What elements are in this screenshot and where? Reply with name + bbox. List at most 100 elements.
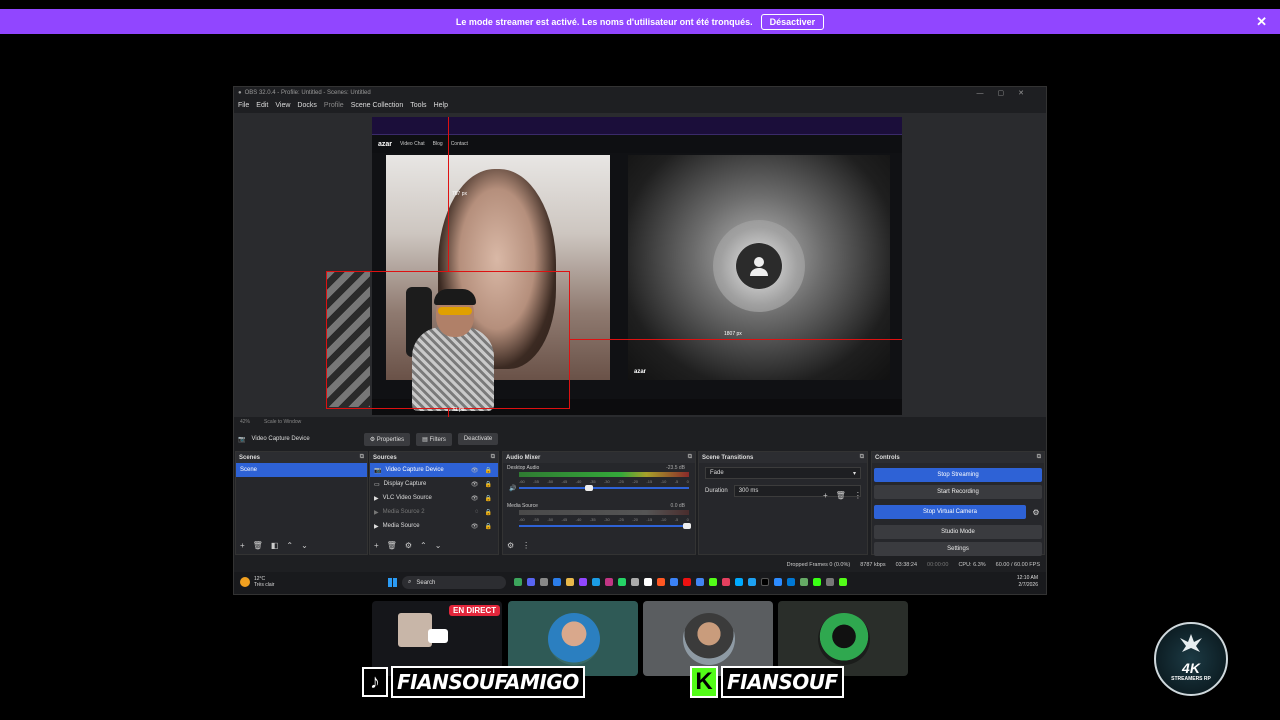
app-icon[interactable] [748,578,756,586]
windows-start-icon[interactable] [388,578,397,587]
menu-file[interactable]: File [238,102,249,109]
app-icon[interactable] [774,578,782,586]
whatsapp-icon[interactable] [618,578,626,586]
app-icon[interactable] [787,578,795,586]
transition-select[interactable]: Fade ▾ [705,467,861,479]
source-item-display-capture[interactable]: ▭ Display Capture 👁 🔒 [370,477,498,491]
eye-icon[interactable]: 👁 [471,467,479,474]
lock-icon[interactable]: 🔒 [485,523,492,530]
dock-undock-icon[interactable]: ⧉ [1037,454,1041,461]
eye-icon[interactable]: 👁 [471,495,479,502]
trash-icon[interactable]: 🗑 [253,541,263,550]
folder-icon[interactable] [566,578,574,586]
lock-icon[interactable]: 🔒 [485,481,492,488]
dock-undock-icon[interactable]: ⧉ [491,454,495,461]
app-icon[interactable] [657,578,665,586]
stop-virtual-camera-button[interactable]: Stop Virtual Camera [874,505,1026,519]
scene-item[interactable]: Scene [236,463,367,477]
volume-slider[interactable] [519,487,689,489]
app-icon[interactable] [592,578,600,586]
zoom-level[interactable]: 42% [240,419,250,425]
settings-button[interactable]: Settings [874,542,1042,556]
obs-app-icon[interactable] [644,578,652,586]
app-icon[interactable] [722,578,730,586]
filters-button[interactable]: ▤ Filters [416,432,452,446]
app-icon[interactable] [631,578,639,586]
start-recording-button[interactable]: Start Recording [874,485,1042,499]
deactivate-streamer-mode-button[interactable]: Désactiver [760,13,825,30]
studio-mode-button[interactable]: Studio Mode [874,525,1042,539]
app-icon[interactable] [553,578,561,586]
more-options-icon[interactable]: ⋮ [854,491,862,500]
more-options-icon[interactable]: ⋮ [522,541,530,550]
app-icon[interactable] [813,578,821,586]
advanced-audio-icon[interactable]: ⚙ [507,541,514,550]
menu-docks[interactable]: Docks [297,102,316,109]
app-icon[interactable] [800,578,808,586]
move-up-icon[interactable]: ⌃ [286,541,293,550]
app-icon[interactable] [579,578,587,586]
add-icon[interactable]: + [240,541,245,550]
app-icon[interactable] [826,578,834,586]
preview-canvas[interactable]: azar Video Chat Blog Contact azar 767 px… [234,113,1046,417]
window-controls[interactable]: —▢✕ [977,89,1038,97]
taskbar-clock[interactable]: 12:10 AM 2/7/2026 [1017,575,1038,589]
chrome-icon[interactable] [696,578,704,586]
scale-mode[interactable]: Scale to Window [264,419,301,425]
dock-undock-icon[interactable]: ⧉ [860,454,864,461]
eye-icon[interactable]: 👁 [471,481,479,488]
banner-message: Le mode streamer est activé. Les noms d'… [455,16,753,27]
volume-slider-handle[interactable] [585,485,594,491]
app-icon[interactable] [540,578,548,586]
azar-tab-video-chat: Video Chat [400,141,425,147]
tiktok-logo-icon: ♪ [362,667,388,697]
deactivate-button[interactable]: Deactivate [457,433,499,445]
menu-edit[interactable]: Edit [256,102,268,109]
lock-icon[interactable]: 🔒 [485,467,492,474]
menu-profile[interactable]: Profile [324,102,344,109]
trash-icon[interactable]: 🗑 [836,491,846,500]
selected-source-bounding-box[interactable] [326,271,570,409]
app-icon[interactable] [527,578,535,586]
app-icon[interactable] [735,578,743,586]
weather-widget[interactable]: 12°C Très clair [240,576,274,588]
taskbar-search[interactable]: ⌕ Search [402,576,506,589]
trash-icon[interactable]: 🗑 [387,541,397,550]
stop-streaming-button[interactable]: Stop Streaming [874,468,1042,482]
filter-icon[interactable]: ◧ [271,541,279,550]
add-icon[interactable]: + [374,541,379,550]
menu-view[interactable]: View [275,102,290,109]
app-icon[interactable] [709,578,717,586]
app-icon[interactable] [839,578,847,586]
source-item-vlc[interactable]: ▶ VLC Video Source 👁 🔒 [370,491,498,505]
eye-icon[interactable]: 👁 [471,523,479,530]
source-item-media-source-2[interactable]: ▶ Media Source 2 ◌ 🔒 [370,505,498,519]
dock-undock-icon[interactable]: ⧉ [360,454,364,461]
menu-help[interactable]: Help [434,102,448,109]
source-item-media-source[interactable]: ▶ Media Source 👁 🔒 [370,519,498,533]
app-icon[interactable] [605,578,613,586]
volume-slider[interactable] [519,525,689,527]
properties-button[interactable]: ⚙ Properties [363,432,411,446]
move-down-icon[interactable]: ⌄ [301,541,308,550]
move-up-icon[interactable]: ⌃ [420,541,427,550]
tiktok-icon[interactable] [761,578,769,586]
dock-undock-icon[interactable]: ⧉ [688,454,692,461]
app-icon[interactable] [683,578,691,586]
eye-hidden-icon[interactable]: ◌ [475,509,479,516]
close-icon[interactable]: ✕ [1256,14,1267,30]
virtual-camera-settings-icon[interactable]: ⚙ [1030,508,1042,517]
source-item-video-capture[interactable]: 📷 Video Capture Device 👁 🔒 [370,463,498,477]
app-icon[interactable] [514,578,522,586]
add-icon[interactable]: + [823,491,828,500]
azar-tab-blog: Blog [432,141,443,147]
lock-icon[interactable]: 🔒 [485,495,492,502]
app-icon[interactable] [670,578,678,586]
speaker-icon[interactable]: 🔊 [509,485,516,492]
menu-tools[interactable]: Tools [410,102,426,109]
lock-icon[interactable]: 🔒 [485,509,492,516]
volume-slider-handle[interactable] [683,523,691,529]
move-down-icon[interactable]: ⌄ [435,541,442,550]
gear-icon[interactable]: ⚙ [405,541,412,550]
menu-scene-collection[interactable]: Scene Collection [351,102,404,109]
